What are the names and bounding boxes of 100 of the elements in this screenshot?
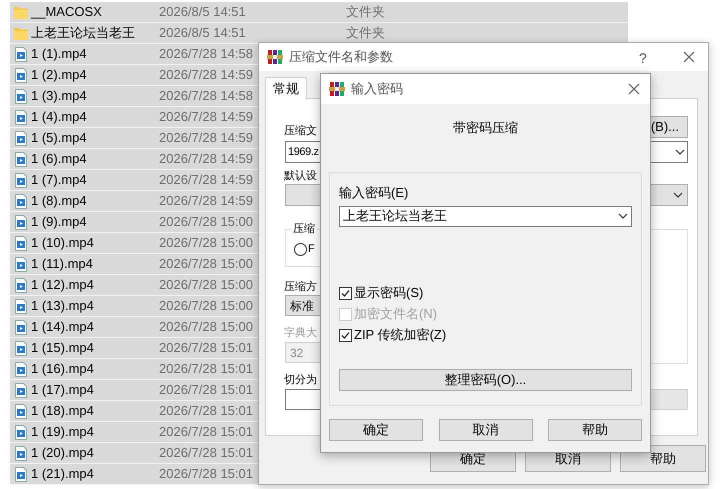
file-date: 2026/7/28 15:01 bbox=[159, 424, 253, 439]
file-date: 2026/7/28 15:01 bbox=[159, 466, 253, 481]
file-date: 2026/7/28 14:59 bbox=[159, 130, 253, 145]
file-type: 文件夹 bbox=[346, 3, 385, 22]
file-name: 1 (12).mp4 bbox=[31, 277, 94, 292]
file-date: 2026/7/28 15:00 bbox=[159, 277, 253, 292]
help-button[interactable]: ? bbox=[639, 48, 647, 69]
file-date: 2026/7/28 15:00 bbox=[159, 235, 253, 250]
file-date: 2026/7/28 15:01 bbox=[159, 403, 253, 418]
video-file-icon bbox=[14, 88, 26, 104]
video-file-icon bbox=[14, 404, 26, 418]
video-file-icon bbox=[14, 236, 26, 250]
video-file-icon bbox=[14, 320, 26, 334]
checkbox[interactable] bbox=[339, 328, 352, 342]
video-file-icon bbox=[14, 362, 26, 376]
video-file-icon bbox=[14, 214, 26, 230]
video-file-icon bbox=[14, 298, 26, 314]
file-date: 2026/7/28 15:01 bbox=[159, 382, 253, 397]
file-date: 2026/8/5 14:51 bbox=[159, 4, 246, 19]
video-file-icon bbox=[14, 46, 26, 62]
file-row[interactable]: __MACOSX 2026/8/5 14:51 文件夹 bbox=[10, 2, 628, 23]
file-name: 1 (14).mp4 bbox=[31, 319, 94, 334]
checkbox[interactable] bbox=[339, 286, 352, 300]
video-file-icon bbox=[14, 152, 26, 166]
window-title: 输入密码 bbox=[351, 80, 404, 98]
file-date: 2026/7/28 15:00 bbox=[159, 214, 253, 229]
file-name: 1 (4).mp4 bbox=[31, 109, 87, 124]
file-name: 1 (1).mp4 bbox=[31, 46, 87, 61]
file-name: 1 (20).mp4 bbox=[31, 445, 94, 460]
video-file-icon bbox=[14, 382, 26, 398]
video-file-icon bbox=[14, 172, 26, 188]
file-date: 2026/7/28 14:59 bbox=[159, 172, 253, 187]
video-file-icon bbox=[14, 340, 26, 356]
field-label: 压缩方 bbox=[284, 280, 317, 295]
close-icon[interactable] bbox=[628, 83, 640, 95]
file-date: 2026/7/28 14:59 bbox=[159, 193, 253, 208]
file-name: 1 (7).mp4 bbox=[31, 172, 87, 187]
chevron-down-icon bbox=[673, 192, 683, 198]
file-date: 2026/7/28 15:00 bbox=[159, 298, 253, 313]
dialog-heading: 带密码压缩 bbox=[453, 119, 518, 137]
file-date: 2026/7/28 15:01 bbox=[159, 340, 253, 355]
file-name: 1 (18).mp4 bbox=[31, 403, 94, 418]
file-date: 2026/7/28 14:58 bbox=[159, 46, 253, 61]
file-date: 2026/7/28 15:01 bbox=[159, 445, 253, 460]
file-date: 2026/7/28 14:59 bbox=[159, 109, 253, 124]
file-name: 1 (3).mp4 bbox=[31, 88, 87, 103]
file-name: 1 (10).mp4 bbox=[31, 235, 94, 250]
checkbox-label: ZIP 传统加密(Z) bbox=[354, 326, 446, 344]
field-label: 压缩文 bbox=[284, 124, 317, 139]
video-file-icon bbox=[14, 424, 26, 440]
file-name: 1 (17).mp4 bbox=[31, 382, 94, 397]
dialog-button[interactable]: 帮助 bbox=[548, 419, 642, 441]
video-file-icon bbox=[14, 446, 26, 460]
checkbox-label: 加密文件名(N) bbox=[354, 305, 438, 324]
file-type: 文件夹 bbox=[346, 24, 385, 42]
video-file-icon bbox=[14, 278, 26, 292]
dialog-button[interactable]: 取消 bbox=[438, 419, 532, 441]
video-file-icon bbox=[14, 110, 26, 124]
field-label: 字典大 bbox=[284, 326, 317, 341]
file-name: 1 (6).mp4 bbox=[31, 151, 87, 166]
file-date: 2026/7/28 15:01 bbox=[159, 361, 253, 376]
dialog-button[interactable]: 确定 bbox=[329, 419, 423, 441]
checkbox-label: 显示密码(S) bbox=[354, 284, 424, 302]
file-name: __MACOSX bbox=[31, 4, 102, 19]
tab[interactable]: 常规 bbox=[265, 77, 307, 100]
file-name: 1 (19).mp4 bbox=[31, 424, 94, 439]
file-name: 1 (13).mp4 bbox=[31, 298, 94, 313]
file-name: 1 (15).mp4 bbox=[31, 340, 94, 355]
file-name: 1 (11).mp4 bbox=[31, 256, 93, 271]
folder-icon bbox=[14, 26, 28, 40]
file-date: 2026/7/28 15:00 bbox=[159, 256, 253, 271]
video-file-icon bbox=[14, 194, 26, 208]
video-file-icon bbox=[14, 256, 26, 272]
folder-icon bbox=[14, 5, 28, 19]
video-file-icon bbox=[14, 130, 26, 146]
video-file-icon bbox=[14, 466, 26, 482]
field-label: 切分为 bbox=[284, 373, 317, 388]
organize-passwords-button[interactable]: 整理密码(O)... bbox=[339, 368, 632, 390]
file-date: 2026/7/28 14:59 bbox=[159, 67, 253, 82]
video-file-icon bbox=[14, 68, 26, 82]
file-name: 1 (2).mp4 bbox=[31, 67, 87, 82]
archive-icon bbox=[329, 81, 345, 97]
file-name: 上老王论坛当老王 bbox=[31, 25, 135, 40]
file-date: 2026/7/28 15:00 bbox=[159, 319, 253, 334]
window-title: 压缩文件名和参数 bbox=[289, 48, 393, 66]
file-name: 1 (16).mp4 bbox=[31, 361, 94, 376]
file-name: 1 (5).mp4 bbox=[31, 130, 87, 145]
file-date: 2026/7/28 14:59 bbox=[159, 151, 253, 166]
file-row[interactable]: 上老王论坛当老王 2026/8/5 14:51 文件夹 bbox=[10, 23, 628, 44]
close-icon[interactable] bbox=[683, 51, 695, 63]
chevron-down-icon bbox=[618, 213, 628, 219]
radio-label: F bbox=[308, 242, 315, 257]
file-date: 2026/8/5 14:51 bbox=[159, 25, 246, 40]
archive-icon bbox=[267, 49, 283, 65]
field-label: 默认设 bbox=[284, 169, 317, 184]
password-field[interactable]: 上老王论坛当老王 bbox=[339, 206, 632, 226]
file-date: 2026/7/28 14:58 bbox=[159, 88, 253, 103]
field-label: 输入密码(E) bbox=[339, 184, 408, 202]
file-name: 1 (8).mp4 bbox=[31, 193, 87, 208]
file-name: 1 (9).mp4 bbox=[31, 214, 87, 229]
